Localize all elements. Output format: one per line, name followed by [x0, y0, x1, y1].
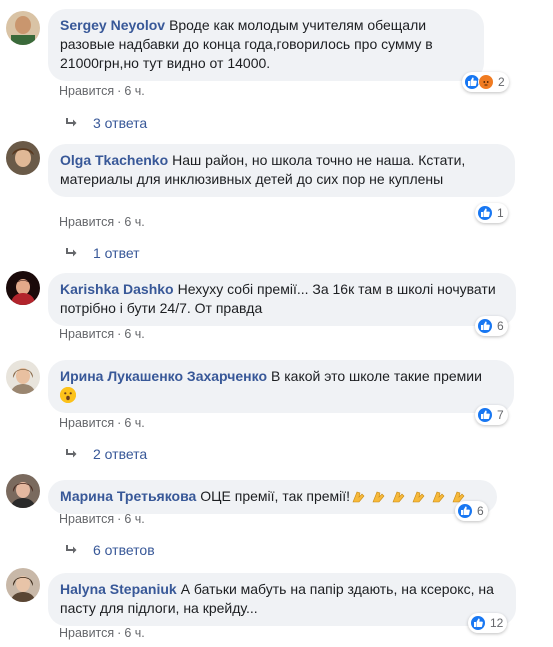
wow-emoji-icon — [60, 387, 76, 403]
like-button[interactable]: Нравится — [59, 215, 114, 229]
like-icon — [477, 318, 493, 334]
reaction-count: 7 — [497, 408, 504, 422]
comment-bubble: Olga Tkachenko Наш район, но школа точно … — [48, 144, 515, 197]
comment-text: В какой это школе такие премии — [271, 368, 482, 384]
comment-bubble: Sergey Neyolov Вроде как молодым учителям… — [48, 9, 484, 81]
replies-count[interactable]: 2 ответа — [93, 446, 147, 462]
comment-author[interactable]: Sergey Neyolov — [60, 17, 165, 33]
replies-count[interactable]: 6 ответов — [93, 542, 155, 558]
reaction-summary[interactable]: 2 — [462, 72, 509, 92]
avatar[interactable] — [6, 141, 40, 175]
like-icon — [477, 407, 493, 423]
reaction-summary[interactable]: 7 — [475, 405, 508, 425]
reaction-count: 1 — [497, 206, 504, 220]
replies-count[interactable]: 3 ответа — [93, 115, 147, 131]
avatar[interactable] — [6, 568, 40, 602]
comment-meta: Нравится · 6 ч. — [59, 626, 145, 640]
comment-bubble: Марина Третьякова ОЦЕ премії, так премії! — [48, 480, 497, 514]
comment-meta: Нравится · 6 ч. — [59, 416, 145, 430]
comment-author[interactable]: Марина Третьякова — [60, 488, 196, 504]
view-replies-link[interactable]: 2 ответа — [65, 446, 147, 462]
like-button[interactable]: Нравится — [59, 512, 114, 526]
view-replies-link[interactable]: 1 ответ — [65, 245, 140, 261]
comment-bubble: Ирина Лукашенко Захарченко В какой это шк… — [48, 360, 514, 413]
avatar[interactable] — [6, 360, 40, 394]
reaction-summary[interactable]: 1 — [475, 203, 508, 223]
reply-arrow-icon — [66, 545, 77, 554]
comment-text: ОЦЕ премії, так премії! — [200, 488, 351, 504]
like-icon — [470, 615, 486, 631]
avatar[interactable] — [6, 11, 40, 45]
clap-emoji-icon — [350, 488, 470, 504]
comment-time[interactable]: 6 ч. — [124, 327, 144, 341]
reaction-summary[interactable]: 12 — [468, 613, 508, 633]
reply-arrow-icon — [66, 248, 77, 257]
reply-arrow-icon — [66, 118, 77, 127]
like-icon — [457, 503, 473, 519]
like-button[interactable]: Нравится — [59, 327, 114, 341]
separator-dot: · — [117, 327, 122, 341]
comment-meta: Нравится · 6 ч. — [59, 215, 145, 229]
comment-time[interactable]: 6 ч. — [124, 84, 144, 98]
separator-dot: · — [117, 416, 122, 430]
comment-author[interactable]: Karishka Dashko — [60, 281, 174, 297]
avatar[interactable] — [6, 474, 40, 508]
comment-time[interactable]: 6 ч. — [124, 215, 144, 229]
reply-arrow-icon — [66, 449, 77, 458]
comment-meta: Нравится · 6 ч. — [59, 512, 145, 526]
reaction-count: 2 — [498, 75, 505, 89]
comment-time[interactable]: 6 ч. — [124, 626, 144, 640]
comment-author[interactable]: Halyna Stepaniuk — [60, 581, 177, 597]
separator-dot: · — [117, 84, 122, 98]
angry-icon — [478, 74, 494, 90]
like-button[interactable]: Нравится — [59, 626, 114, 640]
reaction-count: 12 — [490, 616, 504, 630]
separator-dot: · — [117, 215, 122, 229]
separator-dot: · — [117, 512, 122, 526]
avatar[interactable] — [6, 271, 40, 305]
replies-count[interactable]: 1 ответ — [93, 245, 140, 261]
comment-author[interactable]: Olga Tkachenko — [60, 152, 168, 168]
comment-bubble: Karishka Dashko Нехуху собі премії... За … — [48, 273, 516, 326]
comment-time[interactable]: 6 ч. — [124, 416, 144, 430]
reaction-count: 6 — [497, 319, 504, 333]
comment-meta: Нравится · 6 ч. — [59, 84, 145, 98]
comment-time[interactable]: 6 ч. — [124, 512, 144, 526]
view-replies-link[interactable]: 3 ответа — [65, 115, 147, 131]
comment-bubble: Halyna Stepaniuk А батьки мабуть на папір… — [48, 573, 516, 626]
separator-dot: · — [117, 626, 122, 640]
like-icon — [477, 205, 493, 221]
comment-author[interactable]: Ирина Лукашенко Захарченко — [60, 368, 267, 384]
comment-meta: Нравится · 6 ч. — [59, 327, 145, 341]
reaction-summary[interactable]: 6 — [475, 316, 508, 336]
reaction-summary[interactable]: 6 — [455, 501, 488, 521]
reaction-count: 6 — [477, 504, 484, 518]
view-replies-link[interactable]: 6 ответов — [65, 542, 155, 558]
like-button[interactable]: Нравится — [59, 416, 114, 430]
like-button[interactable]: Нравится — [59, 84, 114, 98]
